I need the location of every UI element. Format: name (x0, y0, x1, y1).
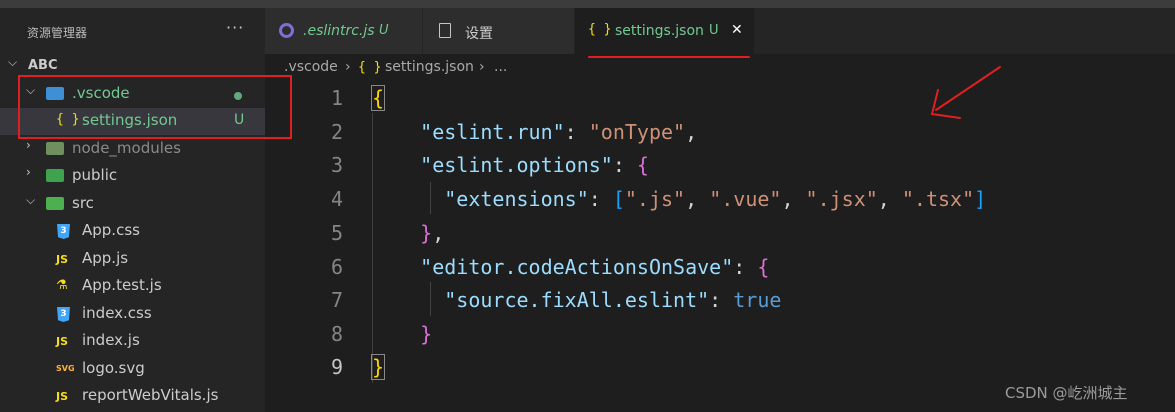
chevron-right-icon: › (479, 59, 485, 75)
breadcrumb-symbol[interactable]: ... (494, 59, 507, 75)
file-icon (439, 23, 451, 38)
line-number: 2 (330, 120, 343, 144)
tree-item-label: logo.svg (82, 359, 145, 377)
code-line-6: "editor.codeActionsOnSave": { (420, 255, 770, 279)
tab-bar: .eslintrc.js U 设置 { } settings.json U ✕ (265, 8, 1175, 54)
css-file-icon: 3 (57, 307, 70, 322)
tree-item-label: public (72, 166, 118, 184)
tab-label: 设置 (465, 26, 493, 42)
tree-item-label: index.js (82, 331, 140, 349)
src-folder-icon (46, 197, 64, 210)
node-folder-icon (46, 142, 64, 155)
tree-item-logo-svg[interactable]: SVG logo.svg (0, 356, 265, 383)
tree-item-label: node_modules (72, 139, 181, 157)
code-line-3: "eslint.options": { (420, 153, 649, 177)
code-line-2: "eslint.run": "onType", (420, 120, 698, 144)
breadcrumb: .vscode › { } settings.json › ... (265, 54, 1175, 82)
line-number: 8 (330, 322, 343, 346)
tree-item-index-js[interactable]: JS index.js (0, 328, 265, 355)
tree-item-label: App.css (82, 221, 140, 239)
tree-item-label: src (72, 194, 94, 212)
code-line-8: } (420, 322, 433, 346)
chevron-down-icon: ⌵ (8, 55, 18, 69)
explorer-header: 资源管理器 ··· (0, 8, 265, 54)
annotation-box (18, 75, 292, 139)
line-number: 5 (330, 221, 343, 245)
tree-item-index-css[interactable]: 3 index.css (0, 301, 265, 328)
explorer-title: 资源管理器 (27, 26, 88, 40)
chevron-down-icon: ⌵ (26, 193, 36, 207)
json-file-icon: { } (588, 22, 612, 37)
code-editor[interactable]: 1 2 3 4 5 6 7 8 9 { "eslint.run": "onTyp… (265, 82, 1175, 412)
code-line-7: "source.fixAll.eslint": true (444, 288, 782, 312)
line-number: 9 (330, 355, 343, 379)
tab-settings-json[interactable]: { } settings.json U ✕ (575, 8, 755, 54)
title-strip (0, 0, 1175, 8)
tree-item-src[interactable]: ⌵ src (0, 191, 265, 218)
line-number: 4 (330, 187, 343, 211)
tree-item-label: App.js (82, 249, 129, 267)
root-label: ABC (28, 58, 58, 73)
tree-item-app-test-js[interactable]: ⚗ App.test.js (0, 273, 265, 300)
line-number: 7 (330, 288, 343, 312)
tree-item-label: App.test.js (82, 276, 162, 294)
watermark: CSDN @屹洲城主 (1005, 384, 1128, 402)
chevron-right-icon: › (26, 138, 31, 152)
code-line-1: { (370, 85, 386, 111)
tree-item-reportwebvitals-js[interactable]: JS reportWebVitals.js (0, 383, 265, 410)
eslint-icon (279, 23, 294, 38)
css-file-icon: 3 (57, 224, 70, 239)
code-line-5: }, (420, 221, 445, 245)
tab-label: .eslintrc.js (303, 23, 375, 39)
tree-item-public[interactable]: › public (0, 163, 265, 190)
breadcrumb-file[interactable]: settings.json (385, 59, 474, 75)
line-number: 3 (330, 153, 343, 177)
js-file-icon: JS (56, 253, 69, 266)
chevron-right-icon: › (26, 165, 31, 179)
tree-item-app-css[interactable]: 3 App.css (0, 218, 265, 245)
chevron-right-icon: › (345, 59, 351, 75)
tree-item-node-modules[interactable]: › node_modules (0, 136, 265, 163)
line-number: 1 (330, 86, 343, 110)
code-line-9: } (370, 354, 386, 380)
js-file-icon: JS (56, 390, 69, 403)
untracked-badge: U (709, 23, 719, 38)
untracked-badge: U (379, 23, 389, 38)
public-folder-icon (46, 169, 64, 182)
tab-settings-ui[interactable]: 设置 (423, 8, 575, 54)
close-icon[interactable]: ✕ (731, 22, 743, 38)
tab-label: settings.json (615, 23, 704, 39)
tree-item-label: index.css (82, 304, 152, 322)
json-file-icon: { } (358, 60, 382, 75)
svg-file-icon: SVG (56, 364, 75, 373)
code-line-4: "extensions": [".js", ".vue", ".jsx", ".… (444, 187, 987, 211)
test-file-icon: ⚗ (56, 278, 68, 293)
tree-item-app-js[interactable]: JS App.js (0, 246, 265, 273)
tree-item-label: reportWebVitals.js (82, 386, 219, 404)
breadcrumb-folder[interactable]: .vscode (284, 59, 338, 75)
line-number: 6 (330, 255, 343, 279)
more-actions-button[interactable]: ··· (226, 18, 244, 37)
tab-eslintrc[interactable]: .eslintrc.js U (265, 8, 423, 54)
js-file-icon: JS (56, 335, 69, 348)
